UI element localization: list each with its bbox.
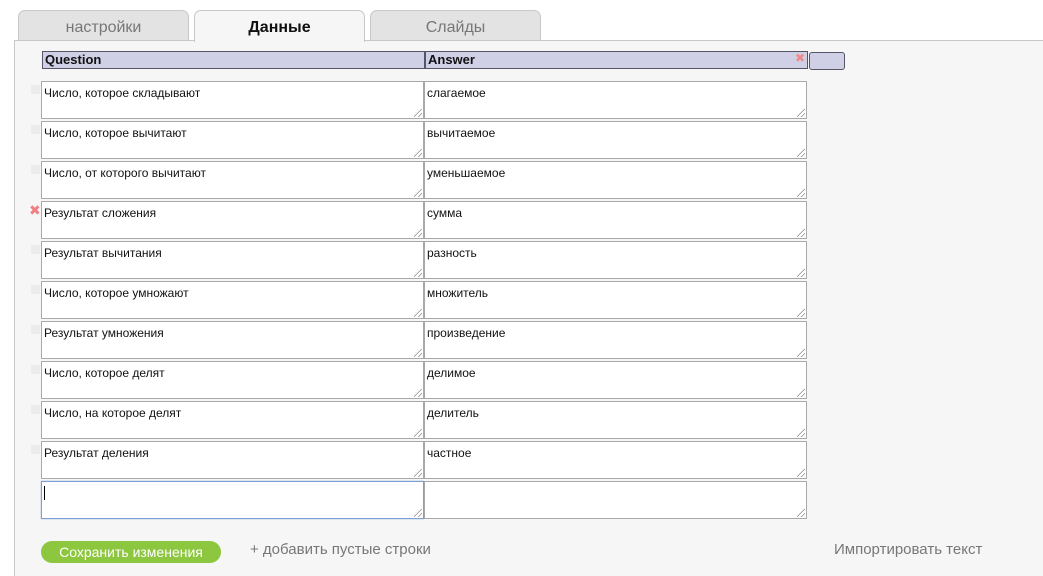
save-button[interactable]: Сохранить изменения (41, 541, 221, 563)
answer-input[interactable] (424, 481, 807, 519)
table-row: Число, которое умножают множитель (0, 281, 810, 321)
answer-text: множитель (427, 286, 489, 300)
question-text: Результат умножения (44, 326, 164, 340)
question-text: Число, которое делят (44, 366, 165, 380)
row-handle (31, 285, 40, 294)
add-empty-rows-link[interactable]: + добавить пустые строки (250, 541, 431, 559)
question-input[interactable]: Число, которое вычитают (41, 121, 424, 159)
resize-grip-icon[interactable] (797, 309, 805, 317)
question-input[interactable]: Число, на которое делят (41, 401, 424, 439)
text-caret (44, 486, 45, 500)
question-text: Результат вычитания (44, 246, 162, 260)
answer-text: частное (427, 446, 472, 460)
answer-input[interactable]: вычитаемое (424, 121, 807, 159)
resize-grip-icon[interactable] (797, 349, 805, 357)
resize-grip-icon[interactable] (797, 149, 805, 157)
resize-grip-icon[interactable] (414, 349, 422, 357)
answer-text: слагаемое (427, 86, 486, 100)
question-text: Число, на которое делят (44, 406, 182, 420)
resize-grip-icon[interactable] (414, 509, 422, 517)
row-handle (31, 445, 40, 454)
answer-input[interactable]: частное (424, 441, 807, 479)
table-row: ✖ Результат сложения сумма (0, 201, 810, 241)
tab-settings[interactable]: настройки (18, 10, 189, 41)
app-window: настройки Данные Слайды Question Answer … (0, 0, 1043, 576)
resize-grip-icon[interactable] (414, 109, 422, 117)
answer-input[interactable]: уменьшаемое (424, 161, 807, 199)
resize-grip-icon[interactable] (797, 509, 805, 517)
answer-text: вычитаемое (427, 126, 496, 140)
question-input[interactable]: Число, от которого вычитают (41, 161, 424, 199)
table-row: Результат умножения произведение (0, 321, 810, 361)
import-text-link[interactable]: Импортировать текст (834, 541, 982, 559)
delete-column-icon[interactable]: ✖ (795, 52, 805, 64)
question-input[interactable] (41, 481, 424, 519)
answer-text: делитель (427, 406, 479, 420)
table-row: Число, которое делят делимое (0, 361, 810, 401)
resize-grip-icon[interactable] (414, 149, 422, 157)
table-row: Результат вычитания разность (0, 241, 810, 281)
resize-grip-icon[interactable] (414, 389, 422, 397)
tab-data[interactable]: Данные (194, 10, 365, 42)
resize-grip-icon[interactable] (797, 189, 805, 197)
question-input[interactable]: Число, которое умножают (41, 281, 424, 319)
table-row (0, 481, 810, 521)
answer-input[interactable]: делитель (424, 401, 807, 439)
delete-row-icon[interactable]: ✖ (29, 203, 41, 217)
answer-text: делимое (427, 366, 476, 380)
answer-input[interactable]: множитель (424, 281, 807, 319)
question-text: Число, от которого вычитают (44, 166, 206, 180)
table-row: Результат деления частное (0, 441, 810, 481)
question-text: Число, которое вычитают (44, 126, 187, 140)
row-handle (31, 405, 40, 414)
resize-grip-icon[interactable] (797, 229, 805, 237)
table-row: Число, которое вычитают вычитаемое (0, 121, 810, 161)
question-text: Число, которое умножают (44, 286, 189, 300)
row-handle (31, 365, 40, 374)
question-input[interactable]: Результат деления (41, 441, 424, 479)
row-handle (31, 125, 40, 134)
row-handle (31, 165, 40, 174)
table-row: Число, на которое делят делитель (0, 401, 810, 441)
answer-input[interactable]: делимое (424, 361, 807, 399)
answer-text: сумма (427, 206, 463, 220)
answer-text: уменьшаемое (427, 166, 506, 180)
answer-input[interactable]: произведение (424, 321, 807, 359)
question-text: Число, которое складывают (44, 86, 201, 100)
resize-grip-icon[interactable] (797, 429, 805, 437)
question-input[interactable]: Результат сложения (41, 201, 424, 239)
answer-input[interactable]: слагаемое (424, 81, 807, 119)
row-handle (31, 85, 40, 94)
resize-grip-icon[interactable] (414, 309, 422, 317)
resize-grip-icon[interactable] (414, 189, 422, 197)
question-text: Результат деления (44, 446, 149, 460)
resize-grip-icon[interactable] (797, 269, 805, 277)
row-handle (31, 245, 40, 254)
answer-input[interactable]: сумма (424, 201, 807, 239)
resize-grip-icon[interactable] (414, 469, 422, 477)
tab-slides[interactable]: Слайды (370, 10, 541, 41)
resize-grip-icon[interactable] (414, 229, 422, 237)
answer-text: произведение (427, 326, 506, 340)
row-handle (31, 325, 40, 334)
question-text: Результат сложения (44, 206, 157, 220)
question-input[interactable]: Число, которое складывают (41, 81, 424, 119)
question-input[interactable]: Число, которое делят (41, 361, 424, 399)
resize-grip-icon[interactable] (797, 389, 805, 397)
answer-text: разность (427, 246, 477, 260)
resize-grip-icon[interactable] (797, 469, 805, 477)
question-column-header: Question (42, 51, 425, 69)
answer-input[interactable]: разность (424, 241, 807, 279)
add-column-button[interactable] (809, 52, 845, 70)
resize-grip-icon[interactable] (414, 269, 422, 277)
resize-grip-icon[interactable] (797, 109, 805, 117)
table-row: Число, от которого вычитают уменьшаемое (0, 161, 810, 201)
question-input[interactable]: Результат умножения (41, 321, 424, 359)
resize-grip-icon[interactable] (414, 429, 422, 437)
table-row: Число, которое складывают слагаемое (0, 81, 810, 121)
question-input[interactable]: Результат вычитания (41, 241, 424, 279)
answer-column-header: Answer (425, 51, 808, 69)
